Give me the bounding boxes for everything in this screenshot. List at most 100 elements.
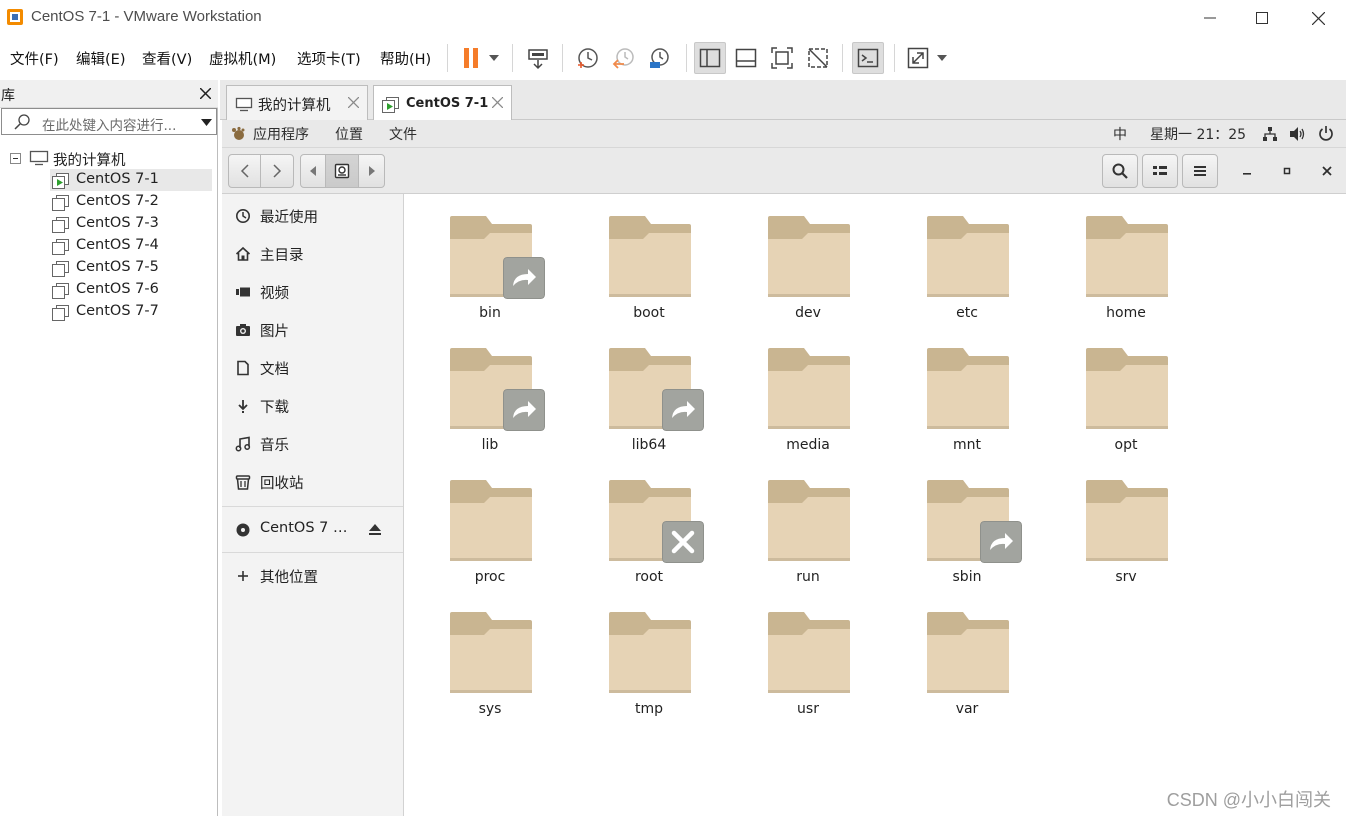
library-close-button[interactable] [199,83,212,103]
file-item[interactable]: mnt [892,326,1042,453]
volume-icon[interactable] [1289,126,1307,142]
search-button[interactable] [1102,154,1138,188]
tree-vm-item[interactable]: CentOS 7-2 [50,191,212,213]
close-button[interactable] [1292,0,1344,36]
path-root-button[interactable] [325,154,359,188]
sidebar-item-documents[interactable]: 文档 [222,351,403,385]
file-item[interactable]: tmp [574,590,724,717]
sidebar-item-music[interactable]: 音乐 [222,427,403,461]
gnome-menu-files[interactable]: 文件 [389,124,417,144]
input-method-indicator[interactable]: 中 [1113,124,1127,144]
sidebar-item-videos[interactable]: 视频 [222,275,403,309]
menu-tabs[interactable]: 选项卡(T) [297,48,361,69]
power-icon[interactable] [1318,125,1334,142]
view-mode-button[interactable] [1142,154,1178,188]
tab-close-button[interactable] [491,92,504,112]
window-close-button[interactable] [1310,154,1344,188]
unity-button[interactable] [802,42,834,74]
file-item[interactable]: dev [733,194,883,321]
sidebar-item-trash[interactable]: 回收站 [222,465,403,499]
file-name: dev [795,305,821,321]
menu-help[interactable]: 帮助(H) [380,48,431,69]
sidebar-item-recent[interactable]: 最近使用 [222,199,403,233]
library-header: 库 [0,80,218,108]
path-scroll-left-button[interactable] [300,154,326,188]
thumbnail-view-button[interactable] [730,42,762,74]
file-item[interactable]: boot [574,194,724,321]
revert-snapshot-button[interactable] [608,42,640,74]
menu-button[interactable] [1182,154,1218,188]
file-item[interactable]: sbin [892,458,1042,585]
sidebar-item-pictures[interactable]: 图片 [222,313,403,347]
library-view-button[interactable] [694,42,726,74]
menu-view[interactable]: 查看(V) [142,48,192,69]
file-item[interactable]: srv [1051,458,1201,585]
chevron-left-icon [240,164,249,178]
file-item[interactable]: proc [415,458,565,585]
back-button[interactable] [228,154,261,188]
tab-close-button[interactable] [347,92,360,112]
close-icon [1322,166,1332,176]
eject-icon[interactable] [368,523,382,536]
file-item[interactable]: opt [1051,326,1201,453]
tree-vm-item[interactable]: CentOS 7-1 [50,169,212,191]
snapshot-manager-icon [650,48,669,68]
menu-vm[interactable]: 虚拟机(M) [209,48,276,69]
forward-button[interactable] [260,154,294,188]
send-ctrl-alt-del-button[interactable] [522,42,554,74]
file-item[interactable]: var [892,590,1042,717]
file-item[interactable]: usr [733,590,883,717]
library-search-input[interactable]: 在此处键入内容进行... [1,108,217,135]
file-item[interactable]: media [733,326,883,453]
sidebar-item-home[interactable]: 主目录 [222,237,403,271]
pause-dropdown-button[interactable] [480,42,508,74]
sidebar-item-downloads[interactable]: 下载 [222,389,403,423]
path-scroll-right-button[interactable] [358,154,385,188]
sidebar-item-device[interactable]: CentOS 7 … [222,513,403,547]
file-item[interactable]: lib [415,326,565,453]
snapshot-manager-button[interactable] [644,42,676,74]
maximize-button[interactable] [1236,0,1288,36]
chevron-down-icon[interactable] [201,119,212,126]
file-item[interactable]: home [1051,194,1201,321]
tree-vm-item[interactable]: CentOS 7-5 [50,257,212,279]
file-item[interactable]: lib64 [574,326,724,453]
collapse-icon[interactable] [10,153,21,164]
title-bar: CentOS 7-1 - VMware Workstation [0,0,1346,36]
tree-vm-item[interactable]: CentOS 7-7 [50,301,212,323]
clock[interactable]: 星期一 21：25 [1150,124,1246,144]
gnome-foot-icon [232,126,245,140]
folder-icon [927,348,1009,429]
menu-bar: 文件(F) 编辑(E) 查看(V) 虚拟机(M) 选项卡(T) 帮助(H) [0,36,1346,80]
file-item[interactable]: run [733,458,883,585]
file-item[interactable]: root [574,458,724,585]
file-item[interactable]: sys [415,590,565,717]
library-panel: 库 在此处键入内容进行... 我的计算机 CentOS 7-1 CentOS 7… [0,80,218,816]
tree-vm-item[interactable]: CentOS 7-6 [50,279,212,301]
gnome-menu-places[interactable]: 位置 [335,124,363,144]
fullscreen-button[interactable] [766,42,798,74]
tab-my-computer[interactable]: 我的计算机 [226,85,368,120]
recent-icon [236,209,250,223]
network-icon[interactable] [1262,126,1278,142]
sidebar-item-other-locations[interactable]: 其他位置 [222,559,403,593]
stretch-dropdown-button[interactable] [930,42,954,74]
file-item[interactable]: etc [892,194,1042,321]
toolbar-separator [894,44,895,72]
tree-vm-item[interactable]: CentOS 7-3 [50,213,212,235]
menu-edit[interactable]: 编辑(E) [76,48,125,69]
menu-file[interactable]: 文件(F) [10,48,59,69]
console-button[interactable] [852,42,884,74]
gnome-menu-applications[interactable]: 应用程序 [253,124,309,144]
file-name: media [786,437,830,453]
tab-label: 我的计算机 [258,98,331,114]
window-minimize-button[interactable] [1230,154,1264,188]
window-maximize-button[interactable] [1270,154,1304,188]
file-item[interactable]: bin [415,194,565,321]
minimize-button[interactable] [1184,0,1236,36]
symlink-emblem-icon [662,389,704,431]
tab-centos-7-1[interactable]: CentOS 7-1 [373,85,512,121]
snapshot-button[interactable] [572,42,604,74]
tree-root-my-computer[interactable]: 我的计算机 [0,147,217,169]
tree-vm-item[interactable]: CentOS 7-4 [50,235,212,257]
